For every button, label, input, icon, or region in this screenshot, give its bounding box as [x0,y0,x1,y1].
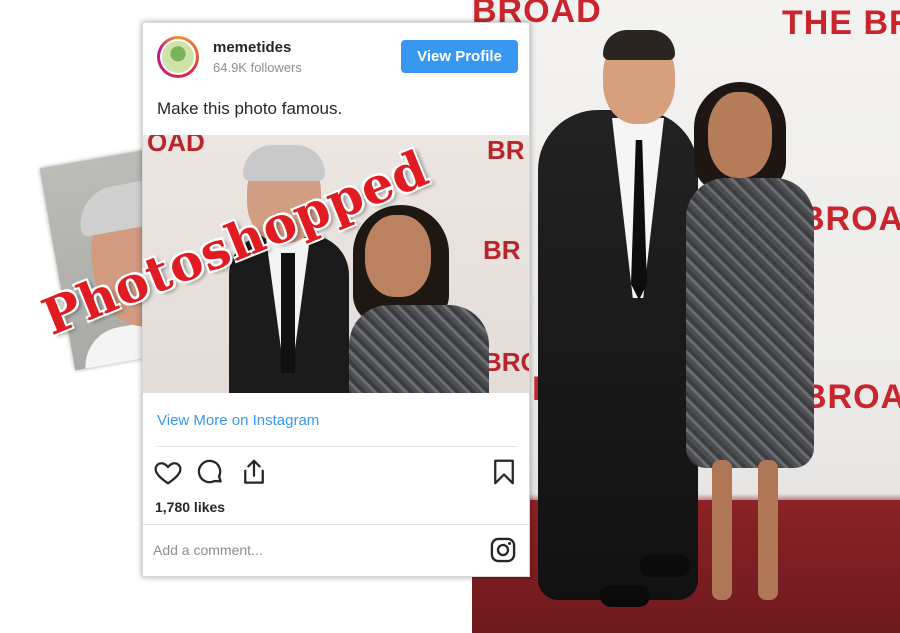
bookmark-icon[interactable] [489,457,519,487]
wall-text: BR [487,135,525,165]
woman-leg [758,460,778,600]
like-count: 1,780 likes [155,499,226,515]
man-shoe [600,585,650,607]
wall-text: BROAD [802,378,900,416]
man-tie [281,253,295,373]
man-figure [538,110,698,600]
man-shoe [640,555,690,577]
wall-text: BR [483,235,521,265]
woman-head [365,215,431,297]
post-caption: Make this photo famous. [157,99,343,118]
view-more-link[interactable]: View More on Instagram [157,412,319,429]
divider [143,524,529,525]
wall-text: OAD [147,135,205,157]
wall-text: THE BROAD [782,4,900,42]
woman-dress [349,305,489,393]
username[interactable]: memetides [213,39,291,56]
comment-input[interactable] [153,533,473,567]
avatar[interactable] [157,36,199,78]
follower-count: 64.9K followers [213,60,302,75]
woman-head [708,92,772,178]
heart-icon[interactable] [153,457,183,487]
woman-dress [686,178,814,468]
man-hair [243,145,325,181]
woman-leg [712,460,732,600]
wall-text: BRO [483,347,529,377]
comment-icon[interactable] [195,457,225,487]
share-icon[interactable] [239,457,269,487]
view-profile-button[interactable]: View Profile [401,40,518,73]
avatar-image [162,41,194,73]
divider [157,446,517,447]
instagram-post-card: memetides 64.9K followers View Profile M… [142,22,530,577]
man-hair [603,30,675,60]
post-header: memetides 64.9K followers View Profile [143,23,529,93]
wall-text: BROAD [800,200,900,238]
instagram-icon[interactable] [489,536,517,564]
